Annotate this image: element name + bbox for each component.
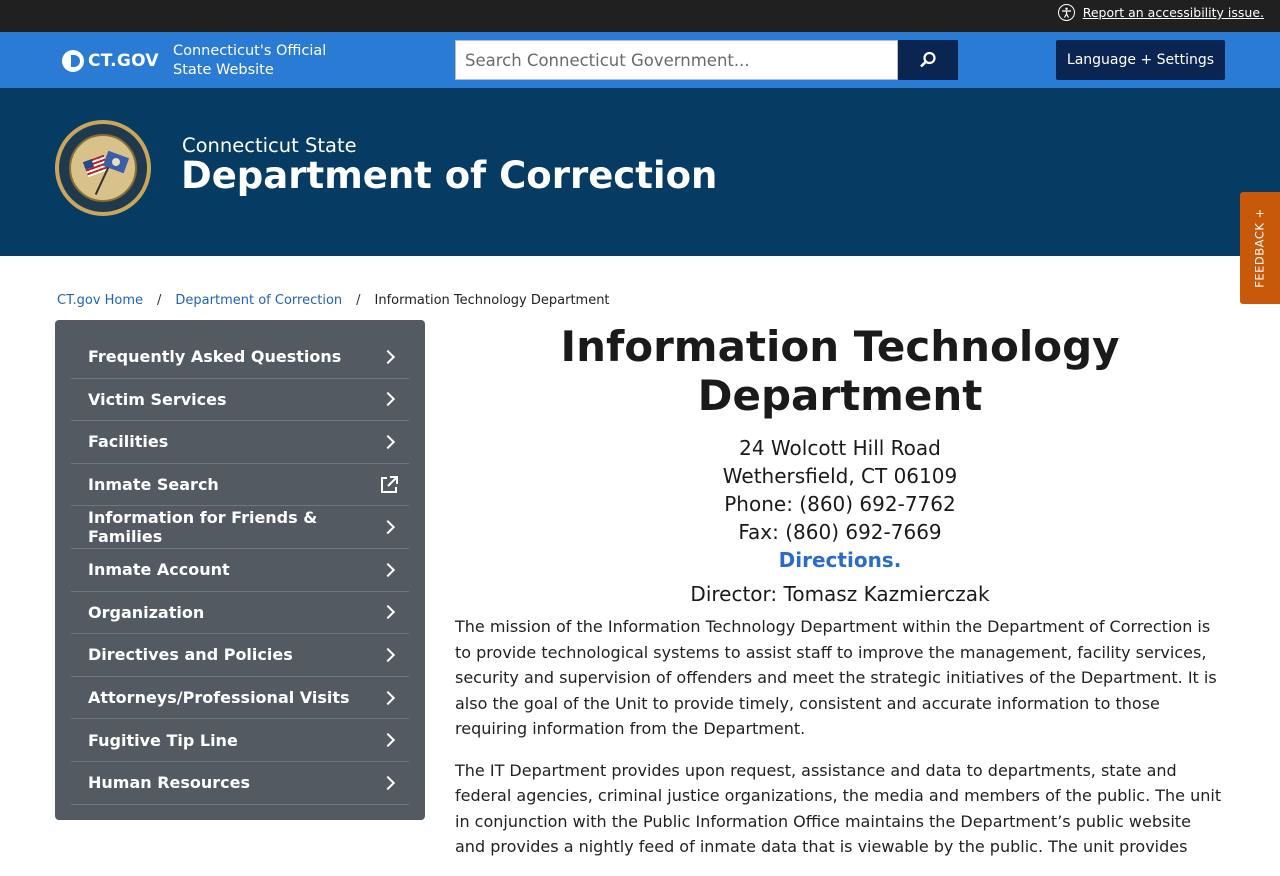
sidebar-item-label: Frequently Asked Questions	[88, 347, 342, 367]
accessibility-link-text[interactable]: Report an accessibility issue.	[1083, 5, 1264, 20]
sidebar-item-label: Victim Services	[88, 389, 227, 409]
breadcrumb-separator: /	[356, 293, 361, 308]
director-name: Director: Tomasz Kazmierczak	[690, 582, 990, 606]
chevron-right-icon	[380, 647, 396, 663]
sidebar-item-label: Inmate Account	[88, 560, 230, 580]
sidebar-item-organization[interactable]: Organization	[71, 592, 409, 635]
chevron-right-icon	[380, 733, 396, 748]
accessibility-report-link[interactable]: Report an accessibility issue.	[1057, 4, 1264, 21]
address-line-1: 24 Wolcott Hill Road	[739, 436, 941, 460]
search-form	[455, 40, 958, 80]
agency-seal[interactable]	[55, 120, 151, 216]
sidebar-item-label: Directives and Policies	[88, 645, 293, 665]
breadcrumb-department[interactable]: Department of Correction	[175, 293, 342, 308]
sidebar-item-human-resources[interactable]: Human Resources	[71, 762, 409, 805]
sidebar-item-friends-families[interactable]: Information for Friends & Families	[71, 506, 409, 549]
sidebar-item-label: Inmate Search	[88, 475, 219, 495]
language-settings-button[interactable]: Language + Settings	[1056, 40, 1225, 80]
sidebar-item-label: Human Resources	[88, 773, 251, 793]
mission-paragraph: The mission of the Information Technolog…	[455, 617, 1217, 738]
address-line-2: Wethersfield, CT 06109	[722, 464, 958, 488]
breadcrumb-current: Information Technology Department	[374, 293, 610, 308]
agency-header: Connecticut State Department of Correcti…	[0, 88, 1280, 256]
feedback-label: FEEDBACK +	[1253, 208, 1268, 288]
search-icon	[920, 51, 936, 68]
phone-number: Phone: (860) 692-7762	[724, 492, 956, 516]
sidebar-item-inmate-search[interactable]: Inmate Search	[71, 464, 409, 507]
accessibility-icon	[1057, 4, 1075, 21]
sidebar-item-directives-policies[interactable]: Directives and Policies	[71, 634, 409, 677]
site-tagline: Connecticut's Official State Website	[173, 43, 327, 78]
chevron-right-icon	[380, 434, 396, 450]
search-input[interactable]	[455, 40, 898, 80]
fax-number: Fax: (860) 692-7669	[738, 520, 942, 544]
sidebar-item-victim-services[interactable]: Victim Services	[71, 379, 409, 422]
sidebar-item-label: Attorneys/Professional Visits	[88, 688, 350, 708]
ctgov-logo-icon	[62, 50, 84, 72]
chevron-right-icon	[380, 562, 396, 577]
ctgov-bar: CT.GOV Connecticut's Official State Webs…	[0, 32, 1280, 88]
services-paragraph: The IT Department provides upon request,…	[455, 760, 1222, 857]
directions-link[interactable]: Directions.	[455, 546, 1225, 574]
sidebar-item-attorney-visits[interactable]: Attorneys/Professional Visits	[71, 677, 409, 720]
agency-title[interactable]: Department of Correction	[181, 154, 717, 197]
main-content: Information Technology Department 24 Wol…	[455, 322, 1225, 876]
ctgov-logo[interactable]: CT.GOV	[62, 50, 159, 72]
sidebar-item-facilities[interactable]: Facilities	[71, 421, 409, 464]
ctgov-logo-text: CT.GOV	[88, 51, 159, 71]
sidebar-item-label: Fugitive Tip Line	[88, 730, 238, 750]
sidebar-item-faq[interactable]: Frequently Asked Questions	[71, 336, 409, 379]
sidebar-item-inmate-account[interactable]: Inmate Account	[71, 549, 409, 592]
chevron-right-icon	[380, 392, 396, 407]
breadcrumb-home[interactable]: CT.gov Home	[57, 293, 143, 308]
breadcrumb: CT.gov Home / Department of Correction /…	[57, 293, 610, 308]
sidebar-item-label: Facilities	[88, 432, 169, 452]
utility-bar: Report an accessibility issue.	[0, 0, 1280, 32]
sidebar-item-label: Organization	[88, 602, 205, 622]
chevron-right-icon	[380, 775, 396, 790]
sidebar-item-label: Information for Friends & Families	[88, 508, 318, 547]
seal-emblem	[69, 134, 137, 202]
feedback-tab[interactable]: FEEDBACK +	[1240, 192, 1280, 304]
chevron-right-icon	[380, 690, 396, 705]
sidebar-item-fugitive-tip-line[interactable]: Fugitive Tip Line	[71, 719, 409, 762]
chevron-right-icon	[380, 349, 396, 364]
page-title: Information Technology Department	[560, 322, 1120, 420]
breadcrumb-separator: /	[157, 293, 162, 308]
sidebar-nav: Frequently Asked Questions Victim Servic…	[55, 320, 425, 820]
chevron-right-icon	[380, 605, 396, 620]
external-link-icon	[381, 475, 398, 493]
search-button[interactable]	[898, 40, 958, 80]
